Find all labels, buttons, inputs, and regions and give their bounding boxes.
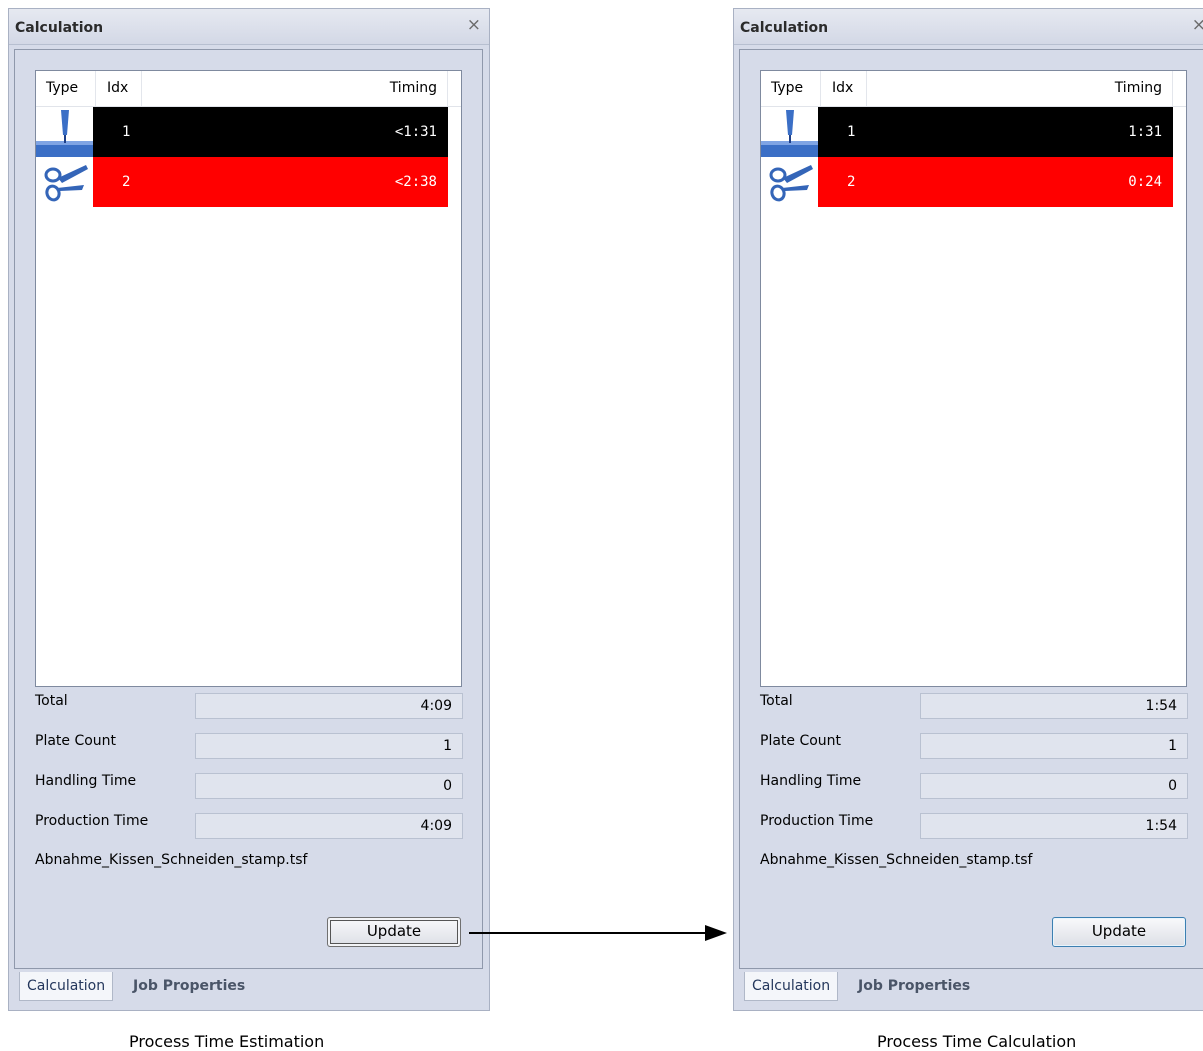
tab-job-properties[interactable]: Job Properties (851, 972, 977, 1000)
handling-time-label: Handling Time (760, 773, 862, 789)
plate-count-value: 1 (920, 733, 1188, 759)
operations-list[interactable]: Type Idx Timing 1 <1:31 2 <2:38 (35, 70, 462, 687)
production-time-label: Production Time (760, 813, 874, 829)
total-label: Total (35, 693, 68, 709)
list-row-1[interactable]: 1 <1:31 (36, 107, 448, 157)
plate-count-label: Plate Count (760, 733, 842, 749)
stamp-icon (36, 107, 93, 157)
row-fill: 1 <1:31 (93, 107, 448, 157)
scissors-icon (761, 157, 818, 207)
tab-calculation[interactable]: Calculation (19, 972, 114, 1001)
total-value: 4:09 (195, 693, 463, 719)
filename: Abnahme_Kissen_Schneiden_stamp.tsf (760, 852, 1033, 868)
update-button[interactable]: Update (1052, 917, 1186, 947)
row-idx: 2 (122, 174, 131, 190)
row-fill: 2 <2:38 (93, 157, 448, 207)
close-icon[interactable]: × (1192, 17, 1203, 34)
column-header-idx[interactable]: Idx (96, 71, 142, 106)
column-header-idx[interactable]: Idx (821, 71, 867, 106)
list-header: Type Idx Timing (36, 71, 461, 107)
caption-calculation: Process Time Calculation (877, 1032, 1077, 1051)
panel-title: Calculation (740, 20, 829, 36)
panel-tabs: Calculation Job Properties (14, 972, 483, 1002)
panel-tabs: Calculation Job Properties (739, 972, 1203, 1002)
column-header-timing[interactable]: Timing (867, 71, 1173, 106)
plate-count-label: Plate Count (35, 733, 117, 749)
production-time-value: 1:54 (920, 813, 1188, 839)
calculation-content: Type Idx Timing 1 1:31 2 0:24 Total 1:54… (739, 49, 1203, 969)
row-timing: <1:31 (394, 124, 437, 140)
list-header: Type Idx Timing (761, 71, 1186, 107)
list-row-2[interactable]: 2 <2:38 (36, 157, 448, 207)
tab-job-properties[interactable]: Job Properties (126, 972, 252, 1000)
panel-titlebar: Calculation × (734, 9, 1203, 45)
filename: Abnahme_Kissen_Schneiden_stamp.tsf (35, 852, 308, 868)
scissors-icon (36, 157, 93, 207)
handling-time-value: 0 (920, 773, 1188, 799)
operations-list[interactable]: Type Idx Timing 1 1:31 2 0:24 (760, 70, 1187, 687)
panel-title: Calculation (15, 20, 104, 36)
row-timing: 1:31 (1128, 124, 1162, 140)
panel-titlebar: Calculation × (9, 9, 489, 45)
production-time-value: 4:09 (195, 813, 463, 839)
calculation-panel-estimation: Calculation × Type Idx Timing 1 <1:31 2 … (8, 8, 490, 1011)
column-header-timing[interactable]: Timing (142, 71, 448, 106)
row-idx: 1 (122, 124, 131, 140)
row-fill: 1 1:31 (818, 107, 1173, 157)
row-idx: 1 (847, 124, 856, 140)
calculation-panel-calculation: Calculation × Type Idx Timing 1 1:31 2 0… (733, 8, 1203, 1011)
list-row-1[interactable]: 1 1:31 (761, 107, 1173, 157)
row-fill: 2 0:24 (818, 157, 1173, 207)
handling-time-value: 0 (195, 773, 463, 799)
close-icon[interactable]: × (467, 17, 481, 34)
column-header-type[interactable]: Type (761, 71, 821, 106)
calculation-content: Type Idx Timing 1 <1:31 2 <2:38 Total 4:… (14, 49, 483, 969)
production-time-label: Production Time (35, 813, 149, 829)
row-idx: 2 (847, 174, 856, 190)
plate-count-value: 1 (195, 733, 463, 759)
transition-arrow-icon (469, 925, 727, 941)
column-header-type[interactable]: Type (36, 71, 96, 106)
row-timing: <2:38 (394, 174, 437, 190)
row-timing: 0:24 (1128, 174, 1162, 190)
handling-time-label: Handling Time (35, 773, 137, 789)
tab-calculation[interactable]: Calculation (744, 972, 839, 1001)
total-label: Total (760, 693, 793, 709)
stamp-icon (761, 107, 818, 157)
update-button[interactable]: Update (327, 917, 461, 947)
total-value: 1:54 (920, 693, 1188, 719)
caption-estimation: Process Time Estimation (129, 1032, 325, 1051)
list-row-2[interactable]: 2 0:24 (761, 157, 1173, 207)
